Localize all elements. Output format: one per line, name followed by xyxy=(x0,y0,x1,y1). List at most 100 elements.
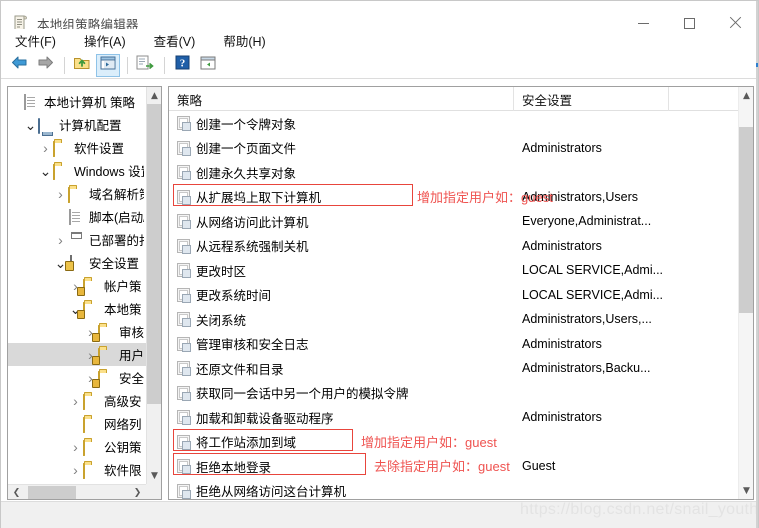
tree-scroll-right-button[interactable]: ❯ xyxy=(129,485,146,500)
table-row[interactable]: 从远程系统强制关机 Administrators xyxy=(169,234,738,259)
properties-window-icon xyxy=(200,56,216,75)
tree-item-14[interactable]: 网络列 xyxy=(8,412,146,435)
table-row[interactable]: 从网络访问此计算机 Everyone,Administrat... xyxy=(169,209,738,234)
tree-item-label: 帐户策 xyxy=(104,280,142,294)
table-row[interactable]: 创建一个令牌对象 xyxy=(169,111,738,136)
chevron-down-icon[interactable]: ⌄ xyxy=(38,159,53,182)
properties-button[interactable] xyxy=(196,54,220,77)
table-row[interactable]: 关闭系统 Administrators,Users,... xyxy=(169,307,738,332)
tree-item-7[interactable]: ⌄ 安全设置 xyxy=(8,251,146,274)
folder-icon xyxy=(83,393,100,410)
annotation-deny-local-logon: 增加指定用户如：guest xyxy=(361,435,497,450)
security-icon xyxy=(68,254,85,271)
tree-item-2[interactable]: › 软件设置 xyxy=(8,136,146,159)
list-scroll-thumb[interactable] xyxy=(739,127,753,313)
policy-name-label: 拒绝本地登录 xyxy=(196,460,272,475)
table-row[interactable]: 获取同一会话中另一个用户的模拟令牌 xyxy=(169,381,738,406)
menu-action[interactable]: 操作(A) xyxy=(82,30,128,51)
security-setting-cell: Administrators xyxy=(522,140,602,155)
tree-item-label: Windows 设置 xyxy=(74,165,144,179)
tree-item-label: 公钥策 xyxy=(104,441,142,455)
tree-item-10[interactable]: › 审核 xyxy=(8,320,146,343)
policy-icon xyxy=(177,214,191,230)
menu-help[interactable]: 帮助(H) xyxy=(221,30,267,51)
tree-scroll-up-button[interactable]: ▲ xyxy=(147,87,161,104)
tree-scroll-left-button[interactable]: ❮ xyxy=(8,485,25,500)
menu-file[interactable]: 文件(F) xyxy=(13,30,58,51)
policy-name-label: 更改时区 xyxy=(196,264,247,279)
menu-bar: 文件(F) 操作(A) 查看(V) 帮助(H) xyxy=(1,29,758,51)
tree-item-13[interactable]: › 高级安 xyxy=(8,389,146,412)
tree-item-1[interactable]: ⌄ 计算机配置 xyxy=(8,113,146,136)
table-row[interactable]: 拒绝从网络访问这台计算机 xyxy=(169,479,738,499)
table-row[interactable]: 创建一个页面文件 Administrators xyxy=(169,136,738,161)
column-header-security[interactable]: 安全设置 xyxy=(514,87,669,111)
tree-item-9[interactable]: ⌄ 本地策 xyxy=(8,297,146,320)
policy-name-label: 将工作站添加到域 xyxy=(196,436,297,451)
policy-icon xyxy=(177,459,191,475)
help-button[interactable]: ? xyxy=(170,54,194,77)
folder-icon xyxy=(53,140,70,157)
table-row[interactable]: 更改系统时间 LOCAL SERVICE,Admi... xyxy=(169,283,738,308)
tree-horizontal-scrollbar[interactable]: ❮ ❯ xyxy=(8,484,146,499)
tree-item-3[interactable]: ⌄ Windows 设置 xyxy=(8,159,146,182)
policy-icon xyxy=(177,238,191,254)
security-setting-cell: LOCAL SERVICE,Admi... xyxy=(522,263,664,278)
chevron-right-icon[interactable]: › xyxy=(38,136,53,159)
tree-item-5[interactable]: 脚本(启动/ xyxy=(8,205,146,228)
back-button[interactable] xyxy=(7,54,31,77)
tree-item-15[interactable]: › 公钥策 xyxy=(8,435,146,458)
show-hide-console-tree-button[interactable] xyxy=(96,53,120,77)
security-setting-cell: Administrators xyxy=(522,238,602,253)
chevron-right-icon[interactable]: › xyxy=(53,228,68,251)
twisty-placeholder xyxy=(53,205,68,228)
console-tree[interactable]: 本地计算机 策略 ⌄ 计算机配置 › 软件设置 ⌄ Windows 设置 › 域名解析策脚本(启… xyxy=(8,87,146,484)
security-setting-cell: Administrators xyxy=(522,336,602,351)
tree-item-11[interactable]: › 用户 xyxy=(8,343,146,366)
up-level-button[interactable] xyxy=(70,54,94,77)
tree-item-label: 域名解析策 xyxy=(89,188,144,202)
column-header-extra[interactable] xyxy=(669,87,738,111)
table-row[interactable]: 加载和卸载设备驱动程序 Administrators xyxy=(169,405,738,430)
export-list-button[interactable] xyxy=(133,54,157,77)
export-list-icon xyxy=(136,55,154,75)
table-row[interactable]: 还原文件和目录 Administrators,Backu... xyxy=(169,356,738,381)
chevron-right-icon[interactable]: › xyxy=(53,182,68,205)
tree-item-label: 本地计算机 策略 xyxy=(44,96,135,110)
menu-view[interactable]: 查看(V) xyxy=(152,30,198,51)
tree-vertical-scrollbar[interactable]: ▲ ▼ xyxy=(146,87,161,484)
table-row[interactable]: 创建永久共享对象 xyxy=(169,160,738,185)
column-header-policy[interactable]: 策略 xyxy=(169,87,514,111)
table-row[interactable]: 管理审核和安全日志 Administrators xyxy=(169,332,738,357)
forward-button[interactable] xyxy=(33,54,57,77)
tree-item-16[interactable]: › 软件限 xyxy=(8,458,146,481)
tree-item-4[interactable]: › 域名解析策 xyxy=(8,182,146,205)
policy-icon xyxy=(177,336,191,352)
tree-item-label: 已部署的打 xyxy=(89,234,144,248)
policy-name-cell: 创建永久共享对象 xyxy=(169,163,514,182)
chevron-right-icon[interactable]: › xyxy=(68,389,83,412)
list-scroll-up-button[interactable]: ▲ xyxy=(739,87,753,104)
chevron-right-icon[interactable]: › xyxy=(68,435,83,458)
folder-icon xyxy=(83,416,100,433)
tree-item-8[interactable]: › 帐户策 xyxy=(8,274,146,297)
table-row[interactable]: 更改时区 LOCAL SERVICE,Admi... xyxy=(169,258,738,283)
list-vertical-scrollbar[interactable]: ▲ ▼ xyxy=(738,87,753,499)
tree-scroll-down-button[interactable]: ▼ xyxy=(147,467,161,484)
tree-scroll-thumb[interactable] xyxy=(147,104,161,404)
chevron-right-icon[interactable]: › xyxy=(68,458,83,481)
policy-icon xyxy=(177,140,191,156)
policy-name-cell: 更改时区 xyxy=(169,261,514,280)
policy-name-label: 加载和卸载设备驱动程序 xyxy=(196,411,334,426)
policy-name-cell: 从网络访问此计算机 xyxy=(169,212,514,231)
list-scroll-down-button[interactable]: ▼ xyxy=(739,482,753,499)
tree-item-label: 本地策 xyxy=(104,303,142,317)
tree-hscroll-thumb[interactable] xyxy=(28,486,76,499)
tree-item-0[interactable]: 本地计算机 策略 xyxy=(8,90,146,113)
folder-lock-icon xyxy=(98,370,115,387)
annotation-network-access: 增加指定用户如：guest xyxy=(417,190,553,205)
tree-item-6[interactable]: › 已部署的打 xyxy=(8,228,146,251)
tree-item-12[interactable]: › 安全 xyxy=(8,366,146,389)
chevron-down-icon[interactable]: ⌄ xyxy=(23,113,38,136)
tree-item-label: 高级安 xyxy=(104,395,142,409)
